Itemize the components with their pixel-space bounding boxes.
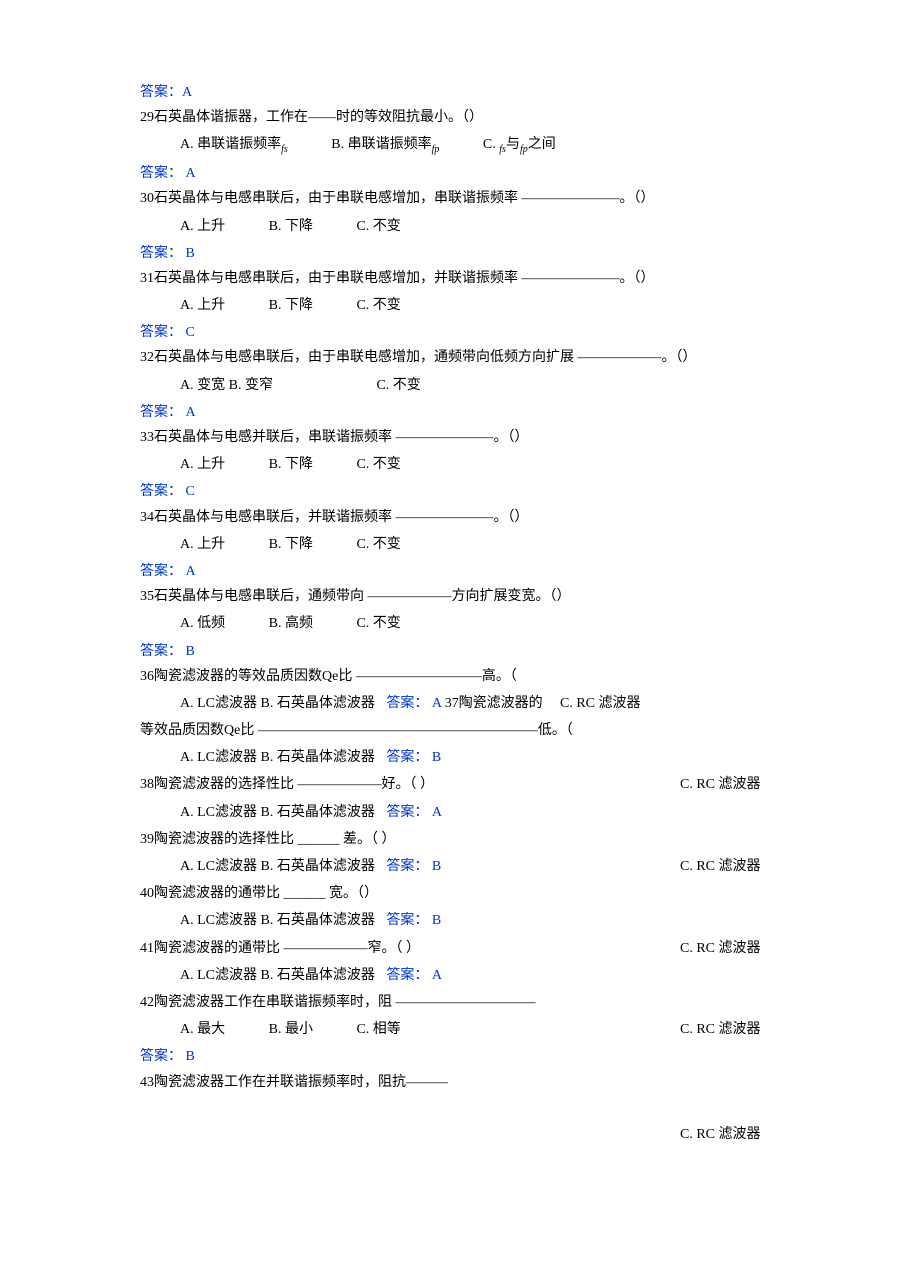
opt-42c: C. 相等	[356, 1017, 400, 1042]
options-33: A. 上升 B. 下降 C. 不变	[140, 452, 780, 477]
question-40: 40陶瓷滤波器的通带比 ______ 宽。（）	[140, 881, 780, 906]
opt-29a-sub: fs	[281, 144, 288, 155]
question-38: 38陶瓷滤波器的选择性比 ——————好。（ ） C. RC 滤波器	[140, 772, 780, 797]
answer-33: 答案： C	[140, 479, 780, 504]
opt-32ab: A. 变宽 B. 变窄	[180, 373, 273, 398]
question-37-cont: 等效品质因数Qe比 ————————————————————低。（	[140, 718, 780, 743]
opt-33c: C. 不变	[356, 452, 400, 477]
opt-31a: A. 上升	[180, 293, 225, 318]
opt-42rc: C. RC 滤波器	[680, 1017, 761, 1042]
question-31: 31石英晶体与电感串联后，由于串联电感增加，并联谐振频率 ———————。（）	[140, 266, 780, 291]
question-37-inline: 37陶瓷滤波器的	[445, 696, 543, 711]
answer-41: 答案： A	[386, 968, 442, 983]
opt-35a: A. 低频	[180, 611, 225, 636]
opt-41c: C. RC 滤波器	[680, 936, 761, 961]
question-43: 43陶瓷滤波器工作在并联谐振频率时，阻抗———	[140, 1070, 780, 1095]
opt-29c-sub2: fp	[520, 144, 528, 155]
question-38-text: 38陶瓷滤波器的选择性比 ——————好。（ ）	[140, 777, 434, 792]
opt-29b-text: B. 串联谐振频率	[331, 137, 431, 152]
answer-29: 答案： A	[140, 161, 780, 186]
answer-31: 答案： C	[140, 320, 780, 345]
question-42: 42陶瓷滤波器工作在串联谐振频率时，阻 ——————————	[140, 990, 780, 1015]
question-29: 29石英晶体谐振器，工作在——时的等效阻抗最小。（）	[140, 105, 780, 130]
question-39: 39陶瓷滤波器的选择性比 ______ 差。（ ）	[140, 827, 780, 852]
opt-32c: C. 不变	[376, 373, 420, 398]
options-34: A. 上升 B. 下降 C. 不变	[140, 532, 780, 557]
opt-39c: C. RC 滤波器	[680, 854, 761, 879]
opt-29a-text: A. 串联谐振频率	[180, 137, 281, 152]
answer-34: 答案： A	[140, 559, 780, 584]
answer-30: 答案： B	[140, 241, 780, 266]
question-41: 41陶瓷滤波器的通带比 ——————窄。（ ） C. RC 滤波器	[140, 936, 780, 961]
options-41: A. LC滤波器 B. 石英晶体滤波器 答案： A	[140, 963, 780, 988]
opt-34a: A. 上升	[180, 532, 225, 557]
question-36: 36陶瓷滤波器的等效品质因数Qe比 —————————高。（	[140, 664, 780, 689]
question-41-text: 41陶瓷滤波器的通带比 ——————窄。（ ）	[140, 941, 420, 956]
answer-42: 答案： B	[140, 1044, 780, 1069]
question-30: 30石英晶体与电感串联后，由于串联电感增加，串联谐振频率 ———————。（）	[140, 186, 780, 211]
options-37: A. LC滤波器 B. 石英晶体滤波器 答案： B	[140, 745, 780, 770]
opt-33a: A. 上升	[180, 452, 225, 477]
opt-42a: A. 最大	[180, 1017, 225, 1042]
question-34: 34石英晶体与电感串联后，并联谐振频率 ———————。（）	[140, 505, 780, 530]
opt-34c: C. 不变	[356, 532, 400, 557]
options-30: A. 上升 B. 下降 C. 不变	[140, 214, 780, 239]
opt-29c-sub1: fs	[499, 144, 506, 155]
options-38: A. LC滤波器 B. 石英晶体滤波器 答案： A	[140, 800, 780, 825]
opt-33b: B. 下降	[269, 452, 313, 477]
options-36: A. LC滤波器 B. 石英晶体滤波器 答案： A 37陶瓷滤波器的 C. RC…	[140, 691, 780, 716]
answer-37: 答案： B	[386, 750, 441, 765]
question-32: 32石英晶体与电感串联后，由于串联电感增加，通频带向低频方向扩展 ——————。…	[140, 345, 780, 370]
opt-38ab: A. LC滤波器 B. 石英晶体滤波器	[180, 805, 375, 820]
answer-35: 答案： B	[140, 639, 780, 664]
opt-29c-post: 之间	[528, 137, 556, 152]
question-35: 35石英晶体与电感串联后，通频带向 ——————方向扩展变宽。（）	[140, 584, 780, 609]
opt-31c: C. 不变	[356, 293, 400, 318]
opt-35b: B. 高频	[269, 611, 313, 636]
answer-32: 答案： A	[140, 400, 780, 425]
answer-39: 答案： B	[386, 859, 441, 874]
answer-28: 答案：A	[140, 80, 780, 105]
options-31: A. 上升 B. 下降 C. 不变	[140, 293, 780, 318]
options-32: A. 变宽 B. 变窄 C. 不变	[140, 373, 780, 398]
opt-29c-mid: 与	[506, 137, 520, 152]
opt-29b: B. 串联谐振频率fp	[331, 132, 439, 159]
options-29: A. 串联谐振频率fs B. 串联谐振频率fp C. fs与fp之间	[140, 132, 780, 159]
opt-43rc: C. RC 滤波器	[680, 1122, 761, 1147]
options-35: A. 低频 B. 高频 C. 不变	[140, 611, 780, 636]
options-40: A. LC滤波器 B. 石英晶体滤波器 答案： B	[140, 908, 780, 933]
options-39: A. LC滤波器 B. 石英晶体滤波器 答案： B C. RC 滤波器	[140, 854, 780, 879]
opt-40ab: A. LC滤波器 B. 石英晶体滤波器	[180, 913, 375, 928]
question-33: 33石英晶体与电感并联后，串联谐振频率 ———————。（）	[140, 425, 780, 450]
opt-42b: B. 最小	[269, 1017, 313, 1042]
opt-29c: C. fs与fp之间	[483, 132, 556, 159]
answer-40: 答案： B	[386, 913, 441, 928]
row-43-extra	[140, 1097, 780, 1122]
opt-37-overlap: C. RC 滤波器	[560, 691, 641, 716]
opt-30c: C. 不变	[356, 214, 400, 239]
opt-35c: C. 不变	[356, 611, 400, 636]
answer-36: 答案： A	[386, 696, 441, 711]
opt-34b: B. 下降	[269, 532, 313, 557]
opt-37ab: A. LC滤波器 B. 石英晶体滤波器	[180, 750, 375, 765]
opt-29c-pre: C.	[483, 137, 499, 152]
opt-38c: C. RC 滤波器	[680, 772, 761, 797]
opt-41ab: A. LC滤波器 B. 石英晶体滤波器	[180, 968, 375, 983]
opt-30b: B. 下降	[269, 214, 313, 239]
opt-31b: B. 下降	[269, 293, 313, 318]
options-42: A. 最大 B. 最小 C. 相等 C. RC 滤波器	[140, 1017, 780, 1042]
answer-38: 答案： A	[386, 805, 442, 820]
opt-29b-sub: fp	[432, 144, 440, 155]
opt-36ab: A. LC滤波器 B. 石英晶体滤波器	[180, 696, 375, 711]
opt-39ab: A. LC滤波器 B. 石英晶体滤波器	[180, 859, 375, 874]
opt-30a: A. 上升	[180, 214, 225, 239]
opt-29a: A. 串联谐振频率fs	[180, 132, 288, 159]
